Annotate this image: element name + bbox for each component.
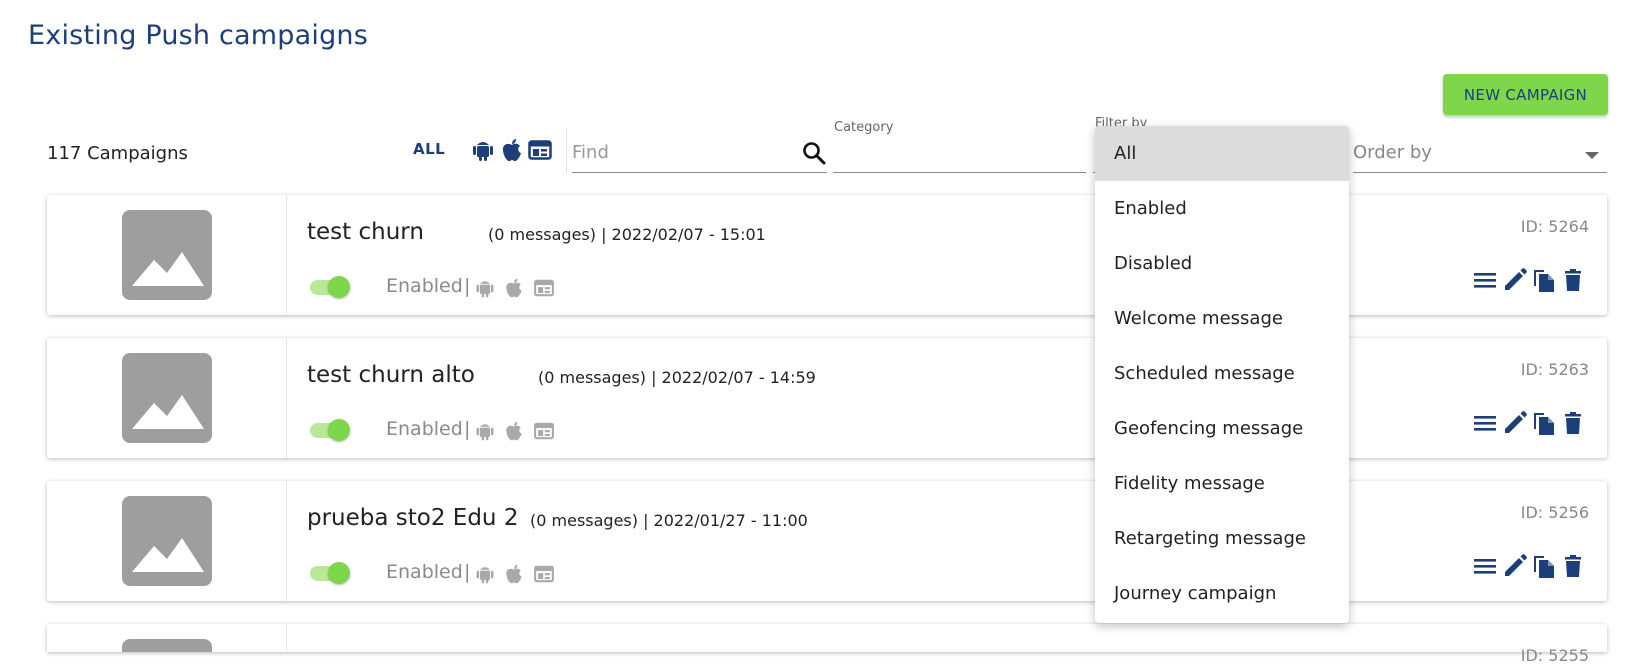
apple-icon <box>506 421 522 441</box>
filter-option-journey-campaign[interactable]: Journey campaign <box>1095 566 1349 621</box>
menu-icon[interactable] <box>1472 267 1498 293</box>
card-divider <box>286 195 287 315</box>
category-select[interactable] <box>833 144 1086 173</box>
delete-icon[interactable] <box>1560 553 1586 579</box>
filter-option-retargeting-message[interactable]: Retargeting message <box>1095 511 1349 566</box>
edit-icon[interactable] <box>1502 267 1528 293</box>
page-title: Existing Push campaigns <box>28 20 369 51</box>
edit-icon[interactable] <box>1502 410 1528 436</box>
order-select[interactable]: Order by <box>1353 138 1607 173</box>
web-icon <box>534 279 554 297</box>
status-separator: | <box>464 561 471 583</box>
apple-icon[interactable] <box>500 137 524 163</box>
campaign-card[interactable]: test churn alto (0 messages) | 2022/02/0… <box>47 338 1607 458</box>
campaign-status: Enabled <box>386 418 463 440</box>
campaign-status: Enabled <box>386 275 463 297</box>
campaign-card[interactable]: ID: 5255 <box>47 624 1607 665</box>
card-divider <box>286 338 287 458</box>
chevron-down-icon <box>1585 152 1599 159</box>
campaign-card[interactable]: prueba sto2 Edu 2 (0 messages) | 2022/01… <box>47 481 1607 601</box>
enabled-toggle[interactable] <box>310 418 350 441</box>
campaign-count: 117 Campaigns <box>47 143 188 164</box>
filter-dropdown-menu: All Enabled Disabled Welcome message Sch… <box>1095 126 1349 623</box>
toolbar-divider <box>566 128 567 174</box>
android-icon[interactable] <box>471 137 495 163</box>
campaign-id: ID: 5255 <box>1520 646 1589 665</box>
image-placeholder-icon <box>122 210 212 300</box>
find-field[interactable] <box>572 138 827 173</box>
category-label: Category <box>834 120 894 135</box>
status-separator: | <box>464 418 471 440</box>
campaign-id: ID: 5256 <box>1520 503 1589 522</box>
delete-icon[interactable] <box>1560 267 1586 293</box>
filter-option-fidelity-message[interactable]: Fidelity message <box>1095 456 1349 511</box>
filter-option-welcome-message[interactable]: Welcome message <box>1095 291 1349 346</box>
web-icon <box>534 565 554 583</box>
enabled-toggle[interactable] <box>310 275 350 298</box>
menu-icon[interactable] <box>1472 410 1498 436</box>
campaign-title[interactable]: prueba sto2 Edu 2 <box>307 505 518 531</box>
new-campaign-button[interactable]: NEW CAMPAIGN <box>1443 74 1608 115</box>
filter-option-scheduled-message[interactable]: Scheduled message <box>1095 346 1349 401</box>
campaign-card[interactable]: test churn (0 messages) | 2022/02/07 - 1… <box>47 195 1607 315</box>
web-icon <box>534 422 554 440</box>
card-divider <box>286 624 287 652</box>
campaign-id: ID: 5264 <box>1520 217 1589 236</box>
filter-option-enabled[interactable]: Enabled <box>1095 181 1349 236</box>
image-placeholder-icon <box>122 353 212 443</box>
campaign-id: ID: 5263 <box>1520 360 1589 379</box>
filter-option-geofencing-message[interactable]: Geofencing message <box>1095 401 1349 456</box>
search-input[interactable] <box>572 138 792 166</box>
edit-icon[interactable] <box>1502 553 1528 579</box>
campaign-status: Enabled <box>386 561 463 583</box>
apple-icon <box>506 278 522 298</box>
menu-icon[interactable] <box>1472 553 1498 579</box>
search-icon[interactable] <box>801 140 827 166</box>
order-placeholder: Order by <box>1353 142 1432 163</box>
android-icon <box>476 424 494 441</box>
filter-option-all[interactable]: All <box>1095 126 1349 181</box>
campaign-title[interactable]: test churn alto <box>307 362 475 388</box>
apple-icon <box>506 564 522 584</box>
campaign-meta: (0 messages) | 2022/02/07 - 15:01 <box>488 225 766 244</box>
copy-icon[interactable] <box>1531 410 1557 436</box>
card-divider <box>286 481 287 601</box>
platform-filter-all[interactable]: ALL <box>413 140 445 158</box>
campaign-meta: (0 messages) | 2022/01/27 - 11:00 <box>530 511 808 530</box>
status-separator: | <box>464 275 471 297</box>
android-icon <box>476 281 494 298</box>
enabled-toggle[interactable] <box>310 561 350 584</box>
campaign-title[interactable]: test churn <box>307 219 424 245</box>
image-placeholder-icon <box>122 496 212 586</box>
android-icon <box>476 567 494 584</box>
campaign-meta: (0 messages) | 2022/02/07 - 14:59 <box>538 368 816 387</box>
delete-icon[interactable] <box>1560 410 1586 436</box>
copy-icon[interactable] <box>1531 267 1557 293</box>
filter-option-disabled[interactable]: Disabled <box>1095 236 1349 291</box>
image-placeholder-icon <box>122 639 212 652</box>
copy-icon[interactable] <box>1531 553 1557 579</box>
web-icon[interactable] <box>528 137 552 163</box>
